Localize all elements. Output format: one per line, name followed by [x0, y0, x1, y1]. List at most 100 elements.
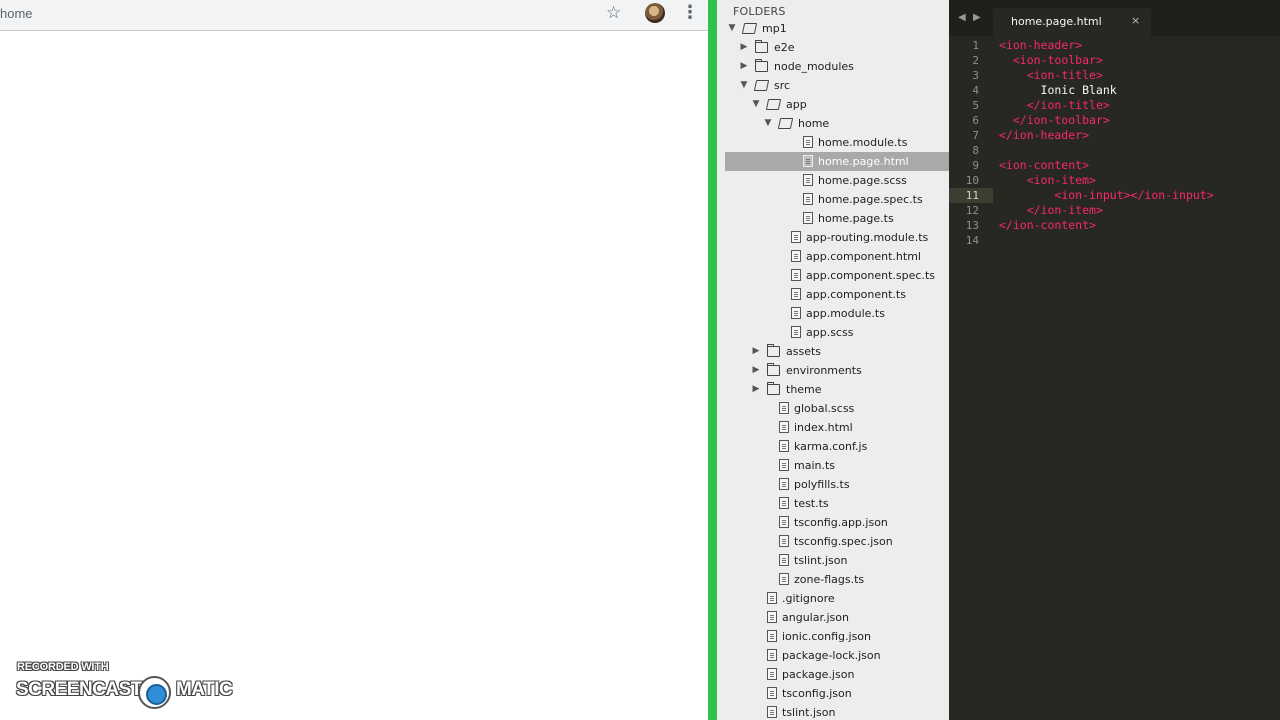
folder-item[interactable]: ▶ environments [725, 361, 949, 380]
code-tag: </ion-item> [1026, 203, 1103, 217]
file-icon [779, 440, 789, 452]
expanded-arrow-icon[interactable]: ▼ [763, 114, 773, 133]
file-item[interactable]: home.page.scss [725, 171, 949, 190]
file-item[interactable]: test.ts [725, 494, 949, 513]
file-item[interactable]: .gitignore [725, 589, 949, 608]
collapsed-arrow-icon[interactable]: ▶ [739, 38, 749, 57]
file-item[interactable]: app.scss [725, 323, 949, 342]
nav-right-icon[interactable]: ▶ [973, 12, 981, 23]
tree-item-label: home.page.ts [818, 212, 894, 225]
code-line[interactable]: <ion-title> [999, 68, 1103, 83]
code-tag: </ion-header> [999, 128, 1090, 142]
file-item[interactable]: home.page.html [725, 152, 949, 171]
file-item[interactable]: angular.json [725, 608, 949, 627]
file-item[interactable]: home.page.spec.ts [725, 190, 949, 209]
code-line[interactable]: <ion-item> [999, 173, 1096, 188]
code-line[interactable]: </ion-header> [999, 128, 1089, 143]
code-line[interactable]: <ion-input></ion-input> [999, 188, 1213, 203]
kebab-menu-icon[interactable]: ⋮ [681, 2, 699, 23]
collapsed-arrow-icon[interactable]: ▶ [751, 342, 761, 361]
browser-window: home ☆ ⋮ [0, 0, 708, 720]
file-icon [791, 269, 801, 281]
file-item[interactable]: karma.conf.js [725, 437, 949, 456]
file-icon [779, 573, 789, 585]
code-line[interactable]: Ionic Blank [999, 83, 1117, 98]
line-number: 5 [972, 99, 979, 112]
file-item[interactable]: home.module.ts [725, 133, 949, 152]
expanded-arrow-icon[interactable]: ▼ [739, 76, 749, 95]
folder-item[interactable]: ▼ home [725, 114, 949, 133]
file-item[interactable]: main.ts [725, 456, 949, 475]
folder-item[interactable]: ▶ e2e [725, 38, 949, 57]
file-icon [767, 668, 777, 680]
sidebar: FOLDERS ▼ mp1 ▶ e2e ▶ node_modules ▼ src ▼ app ▼ ho… [717, 0, 949, 720]
line-number: 2 [972, 54, 979, 67]
code-line[interactable]: <ion-header> [999, 38, 1082, 53]
file-icon [779, 421, 789, 433]
code-line[interactable]: <ion-toolbar> [999, 53, 1103, 68]
code-line[interactable]: </ion-title> [999, 98, 1110, 113]
file-item[interactable]: polyfills.ts [725, 475, 949, 494]
folder-item[interactable]: ▼ mp1 [725, 19, 949, 38]
file-item[interactable]: tsconfig.json [725, 684, 949, 703]
code-editor[interactable]: ◀ ▶ home.page.html × 1 2 3 4 5 6 7 8 9 10 11 12 13 14… [949, 0, 1280, 720]
window-divider [708, 0, 717, 720]
file-icon [803, 193, 813, 205]
file-item[interactable]: index.html [725, 418, 949, 437]
tree-item-label: app.component.spec.ts [806, 269, 935, 282]
file-icon [803, 155, 813, 167]
star-icon[interactable]: ☆ [606, 3, 621, 23]
code-tag: <ion-item> [1026, 173, 1096, 187]
avatar[interactable] [645, 3, 665, 23]
folder-item[interactable]: ▼ src [725, 76, 949, 95]
file-item[interactable]: global.scss [725, 399, 949, 418]
file-item[interactable]: home.page.ts [725, 209, 949, 228]
nav-left-icon[interactable]: ◀ [958, 12, 966, 23]
tab-home-page-html[interactable]: home.page.html × [993, 8, 1151, 36]
code-text: Ionic Blank [999, 83, 1117, 97]
file-item[interactable]: app.component.html [725, 247, 949, 266]
folder-item[interactable]: ▶ assets [725, 342, 949, 361]
folder-item[interactable]: ▶ theme [725, 380, 949, 399]
folder-item[interactable]: ▼ app [725, 95, 949, 114]
collapsed-arrow-icon[interactable]: ▶ [739, 57, 749, 76]
line-number: 14 [965, 234, 979, 247]
line-number: 3 [972, 69, 979, 82]
file-item[interactable]: zone-flags.ts [725, 570, 949, 589]
file-item[interactable]: tsconfig.app.json [725, 513, 949, 532]
tree-item-label: home.page.html [818, 155, 909, 168]
tree-item-label: home.module.ts [818, 136, 908, 149]
line-number: 12 [965, 204, 979, 217]
file-item[interactable]: tsconfig.spec.json [725, 532, 949, 551]
file-item[interactable]: package-lock.json [725, 646, 949, 665]
code-line[interactable]: <ion-content> [999, 158, 1089, 173]
tree-item-label: app.component.ts [806, 288, 906, 301]
tree-item-label: tsconfig.app.json [794, 516, 888, 529]
collapsed-arrow-icon[interactable]: ▶ [751, 361, 761, 380]
file-icon [767, 611, 777, 623]
code-line[interactable]: </ion-content> [999, 218, 1096, 233]
tree-item-label: main.ts [794, 459, 836, 472]
file-item[interactable]: tslint.json [725, 551, 949, 570]
expanded-arrow-icon[interactable]: ▼ [727, 19, 737, 38]
file-item[interactable]: app.component.spec.ts [725, 266, 949, 285]
folder-icon [755, 59, 768, 72]
file-item[interactable]: package.json [725, 665, 949, 684]
code-line[interactable]: </ion-item> [999, 203, 1103, 218]
file-icon [791, 231, 801, 243]
tree-item-label: zone-flags.ts [794, 573, 865, 586]
expanded-arrow-icon[interactable]: ▼ [751, 95, 761, 114]
file-item[interactable]: app.component.ts [725, 285, 949, 304]
collapsed-arrow-icon[interactable]: ▶ [751, 380, 761, 399]
file-item[interactable]: app.module.ts [725, 304, 949, 323]
code-line[interactable]: </ion-toolbar> [999, 113, 1110, 128]
address-bar[interactable]: home ☆ ⋮ [0, 0, 708, 31]
file-item[interactable]: tslint.json [725, 703, 949, 720]
folder-item[interactable]: ▶ node_modules [725, 57, 949, 76]
close-icon[interactable]: × [1131, 14, 1140, 27]
file-item[interactable]: app-routing.module.ts [725, 228, 949, 247]
tree-item-label: tslint.json [794, 554, 848, 567]
file-item[interactable]: ionic.config.json [725, 627, 949, 646]
tree-item-label: tslint.json [782, 706, 836, 719]
address-text[interactable]: home [0, 6, 33, 21]
